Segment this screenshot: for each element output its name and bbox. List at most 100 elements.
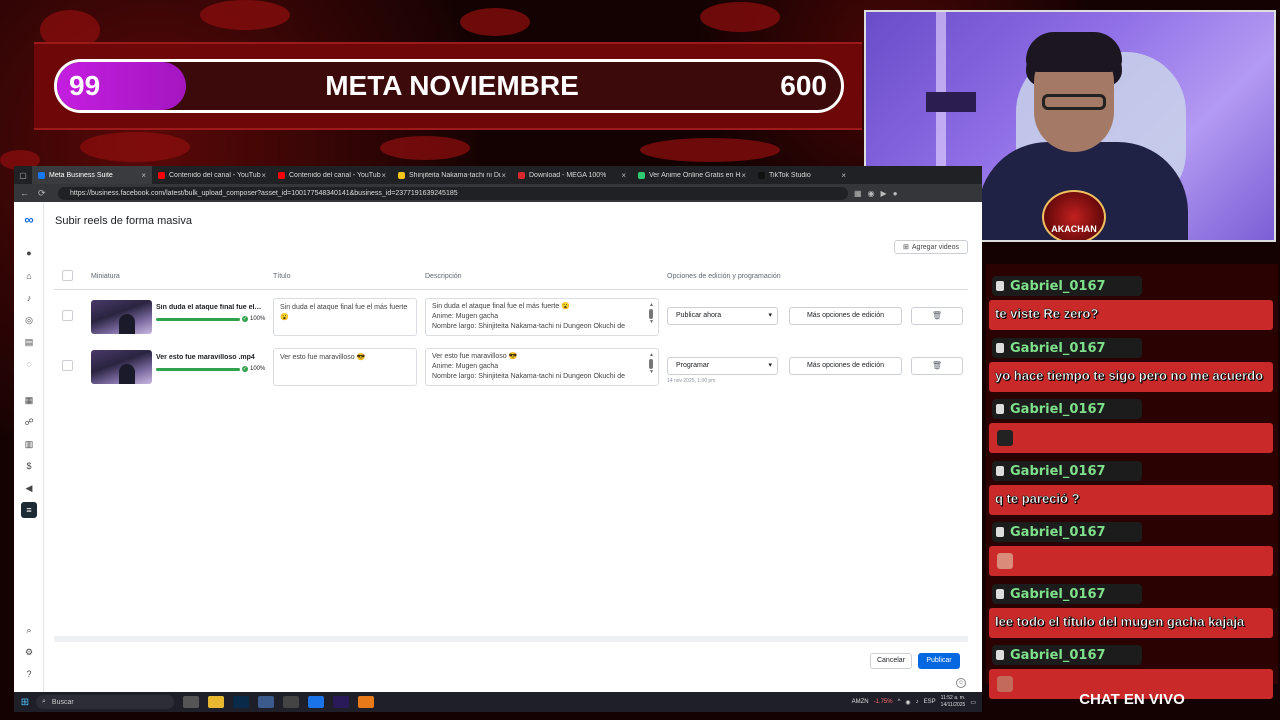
- settings-icon[interactable]: ⚙: [23, 646, 35, 658]
- content-icon[interactable]: ▤: [23, 336, 35, 348]
- photoshop-icon[interactable]: [233, 696, 249, 708]
- chat-message-text: te viste Re zero?: [995, 306, 1099, 321]
- chat-title: CHAT EN VIVO: [1079, 691, 1185, 708]
- url-field[interactable]: https://business.facebook.com/latest/bul…: [58, 186, 848, 200]
- video-thumbnail[interactable]: [91, 300, 152, 334]
- title-field[interactable]: Sin duda el ataque final fue el más fuer…: [273, 298, 417, 336]
- delete-button[interactable]: 🗑: [911, 307, 963, 325]
- task-view-icon[interactable]: [183, 696, 199, 708]
- delete-button[interactable]: 🗑: [911, 357, 963, 375]
- browser-tab[interactable]: Ver Anime Online Gratis en HD y ×: [632, 166, 752, 184]
- stock-symbol[interactable]: AMZN: [852, 699, 869, 705]
- menu-icon[interactable]: ≡: [21, 502, 37, 518]
- clock[interactable]: 11:52 a. m. 14/11/2025: [941, 695, 966, 709]
- obs-icon[interactable]: [283, 696, 299, 708]
- home-icon[interactable]: ⌂: [23, 270, 35, 282]
- description-field[interactable]: Sin duda el ataque final fue el más fuer…: [425, 298, 659, 336]
- back-icon[interactable]: ←: [20, 188, 32, 198]
- chat-username: Gabriel_0167: [992, 584, 1142, 604]
- close-tab-icon[interactable]: ×: [501, 171, 506, 180]
- extension-icon-3[interactable]: ▶: [881, 189, 887, 198]
- extension-icon-4[interactable]: ●: [893, 189, 898, 198]
- cancel-button[interactable]: Cancelar: [870, 653, 912, 669]
- extension-icon-2[interactable]: ◉: [868, 189, 875, 198]
- notifications-icon[interactable]: ♪: [23, 292, 35, 304]
- chat-message: q te pareció ?: [989, 485, 1273, 515]
- chrome-icon[interactable]: [308, 696, 324, 708]
- close-tab-icon[interactable]: ×: [621, 171, 626, 180]
- chat-message-text: yo hace tiempo te sigo pero no me acuerd…: [995, 368, 1264, 383]
- monetization-icon[interactable]: $: [23, 460, 35, 472]
- description-field[interactable]: Ver esto fue maravilloso 😎 Anime: Mugen …: [425, 348, 659, 386]
- browser-tab[interactable]: TikTok Studio ×: [752, 166, 852, 184]
- help-icon[interactable]: ?: [23, 668, 35, 680]
- volume-icon[interactable]: ♪: [916, 699, 919, 705]
- insights-icon[interactable]: ◌: [23, 358, 35, 370]
- chat-username: Gabriel_0167: [992, 399, 1142, 419]
- vlc-icon[interactable]: [358, 696, 374, 708]
- ads-icon[interactable]: ▦: [23, 394, 35, 406]
- column-header-thumbnail: Miniatura: [91, 273, 120, 280]
- browser-tab[interactable]: Shinjiteita Nakama-tachi ni Dung ×: [392, 166, 512, 184]
- browser-tab[interactable]: Meta Business Suite ×: [32, 166, 152, 184]
- tab-label: Download - MEGA 100%: [529, 171, 607, 179]
- windows-start-icon[interactable]: ⊞: [14, 697, 36, 708]
- notifications-icon[interactable]: ▭: [970, 699, 976, 706]
- close-tab-icon[interactable]: ×: [841, 171, 846, 180]
- description-scrollbar[interactable]: ▲ ▼: [649, 303, 654, 333]
- add-videos-button[interactable]: ⊞ Agregar videos: [894, 240, 968, 254]
- reload-icon[interactable]: ⟳: [38, 188, 50, 199]
- help-bubble-icon[interactable]: ☺: [956, 678, 966, 688]
- app-icon[interactable]: [258, 696, 274, 708]
- schedule-select-value: Publicar ahora: [676, 312, 722, 319]
- chat-emote-icon: [997, 553, 1013, 569]
- extension-icon[interactable]: ▦: [854, 189, 862, 198]
- search-icon[interactable]: ⌕: [23, 624, 35, 636]
- chat-username-text: Gabriel_0167: [1010, 278, 1106, 294]
- language-indicator[interactable]: ESP: [924, 699, 936, 705]
- select-all-checkbox[interactable]: [62, 270, 73, 281]
- premiere-icon[interactable]: [333, 696, 349, 708]
- planner-icon[interactable]: ◎: [23, 314, 35, 326]
- tab-label: TikTok Studio: [769, 171, 811, 179]
- address-bar: ← ⟳ https://business.facebook.com/latest…: [14, 184, 982, 202]
- close-tab-icon[interactable]: ×: [741, 171, 746, 180]
- profile-icon[interactable]: ●: [23, 247, 35, 259]
- title-field[interactable]: Ver esto fue maravilloso 😎: [273, 348, 417, 386]
- chat-username-text: Gabriel_0167: [1010, 586, 1106, 602]
- megaphone-icon[interactable]: ◀: [23, 482, 35, 494]
- tab-label: Ver Anime Online Gratis en HD y: [649, 171, 742, 179]
- row-checkbox[interactable]: [62, 310, 73, 321]
- tray-overflow-icon[interactable]: ^: [898, 699, 901, 705]
- description-scrollbar[interactable]: ▲ ▼: [649, 353, 654, 383]
- window-menu-icon[interactable]: ▢: [14, 171, 32, 180]
- browser-tab[interactable]: Download - MEGA 100% ×: [512, 166, 632, 184]
- sidebar-rail: ∞ ● ⌂ ♪ ◎ ▤ ◌ ▦ ☍ ▥ $ ◀ ≡ ⌕ ⚙ ?: [14, 202, 44, 692]
- upload-status: ✓ 100%: [242, 366, 265, 372]
- network-icon[interactable]: ◉: [905, 699, 910, 706]
- close-tab-icon[interactable]: ×: [261, 171, 266, 180]
- description-line: Anime: Mugen gacha: [432, 313, 499, 320]
- more-edit-options-button[interactable]: Más opciones de edición: [789, 357, 902, 375]
- meta-logo-icon[interactable]: ∞: [21, 213, 37, 226]
- tab-favicon-icon: [638, 171, 645, 179]
- close-tab-icon[interactable]: ×: [141, 171, 146, 180]
- browser-tab[interactable]: Contenido del canal - YouTube S ×: [272, 166, 392, 184]
- taskbar-search[interactable]: ⌕ Buscar: [36, 695, 174, 709]
- publish-button[interactable]: Publicar: [918, 653, 960, 669]
- moderator-badge-icon: [996, 589, 1004, 599]
- engagement-icon[interactable]: ☍: [23, 416, 35, 428]
- browser-tab[interactable]: Contenido del canal - YouTube S ×: [152, 166, 272, 184]
- analytics-icon[interactable]: ▥: [23, 438, 35, 450]
- schedule-select[interactable]: Publicar ahora ▾: [667, 307, 778, 325]
- description-line: Nombre largo: Shinjiteita Nakama-tachi n…: [432, 323, 625, 330]
- row-checkbox[interactable]: [62, 360, 73, 371]
- schedule-select[interactable]: Programar ▾: [667, 357, 778, 375]
- more-edit-options-button[interactable]: Más opciones de edición: [789, 307, 902, 325]
- tab-favicon-icon: [38, 171, 45, 179]
- close-tab-icon[interactable]: ×: [381, 171, 386, 180]
- file-explorer-icon[interactable]: [208, 696, 224, 708]
- dropdown-arrow-icon: ▾: [768, 312, 772, 319]
- tab-label: Meta Business Suite: [49, 171, 113, 179]
- video-thumbnail[interactable]: [91, 350, 152, 384]
